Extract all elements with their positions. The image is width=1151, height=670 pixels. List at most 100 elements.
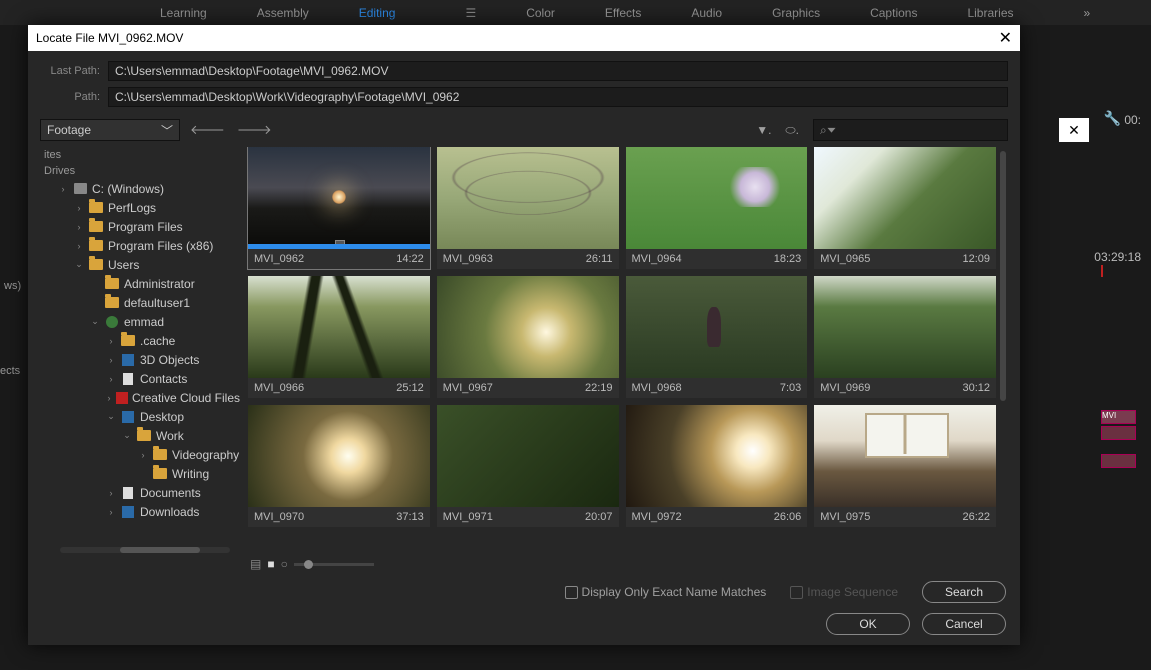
twisty-icon[interactable]: › <box>138 450 148 460</box>
tree-node[interactable]: ›PerfLogs <box>40 198 240 217</box>
thumbnail <box>437 276 619 378</box>
twisty-icon[interactable]: › <box>106 507 116 517</box>
tree-node[interactable]: ›Contacts <box>40 369 240 388</box>
media-tile[interactable]: MVI_097526:22 <box>814 405 996 527</box>
twisty-icon[interactable]: › <box>74 203 84 213</box>
tree-node[interactable]: Writing <box>40 464 240 483</box>
tile-name: MVI_0962 <box>254 253 304 265</box>
twisty-icon[interactable]: › <box>74 222 84 232</box>
media-tile[interactable]: MVI_09687:03 <box>626 276 808 398</box>
tab-libraries[interactable]: Libraries <box>967 6 1013 20</box>
filter-icon[interactable]: ▼. <box>756 123 771 137</box>
tree-node[interactable]: Administrator <box>40 274 240 293</box>
tree-node[interactable]: ›Documents <box>40 483 240 502</box>
thumb-size-slider[interactable] <box>294 563 374 566</box>
last-path-input[interactable] <box>108 61 1008 81</box>
last-path-label: Last Path: <box>40 65 100 77</box>
thumbnail-grid: MVI_096214:22MVI_096326:11MVI_096418:23M… <box>240 147 1000 553</box>
tab-assembly[interactable]: Assembly <box>257 6 309 20</box>
grid-v-scrollbar[interactable] <box>1000 147 1008 553</box>
media-tile[interactable]: MVI_097226:06 <box>626 405 808 527</box>
tree-node[interactable]: ⌄Users <box>40 255 240 274</box>
doc-icon <box>120 486 136 500</box>
cancel-button[interactable]: Cancel <box>922 613 1006 635</box>
tree-node[interactable]: ⌄Desktop <box>40 407 240 426</box>
media-tile[interactable]: MVI_096418:23 <box>626 147 808 269</box>
twisty-icon[interactable]: › <box>74 241 84 251</box>
tree-node[interactable]: ›Creative Cloud Files <box>40 388 240 407</box>
tree-node[interactable]: ›Program Files <box>40 217 240 236</box>
exact-match-checkbox[interactable]: Display Only Exact Name Matches <box>565 585 767 599</box>
media-tile[interactable]: MVI_096512:09 <box>814 147 996 269</box>
twisty-icon[interactable]: › <box>106 488 116 498</box>
search-button[interactable]: Search <box>922 581 1006 603</box>
tile-name: MVI_0970 <box>254 511 304 523</box>
view-options-bar: ▤ ■ ○ <box>28 553 1020 573</box>
twisty-icon[interactable]: ⌄ <box>74 259 84 270</box>
tab-overflow-icon[interactable]: » <box>1084 6 1091 20</box>
tree-node[interactable]: › Videography <box>40 445 240 464</box>
search-icon: ⌕⏷ <box>820 123 836 138</box>
twisty-icon[interactable]: › <box>106 374 116 384</box>
disk-icon <box>72 182 88 196</box>
twisty-icon[interactable]: ⌄ <box>122 430 132 441</box>
ok-button[interactable]: OK <box>826 613 910 635</box>
bg-panel-label-2: ects <box>0 365 20 377</box>
close-icon[interactable]: ✕ <box>999 28 1012 48</box>
twisty-icon[interactable]: › <box>58 184 68 194</box>
find-icon[interactable]: ⬭. <box>785 123 799 138</box>
tab-learning[interactable]: Learning <box>160 6 207 20</box>
tab-effects[interactable]: Effects <box>605 6 641 20</box>
thumbnail <box>248 276 430 378</box>
thumbnail <box>626 147 808 249</box>
thumbnail <box>626 405 808 507</box>
secondary-close-button[interactable]: ✕ <box>1059 118 1089 142</box>
tab-audio[interactable]: Audio <box>691 6 722 20</box>
nav-back-icon[interactable]: 🡐 <box>188 122 227 138</box>
path-input[interactable] <box>108 87 1008 107</box>
twisty-icon[interactable]: ⌄ <box>106 411 116 422</box>
twisty-icon[interactable]: › <box>106 393 112 403</box>
media-tile[interactable]: MVI_097120:07 <box>437 405 619 527</box>
twisty-icon[interactable]: › <box>106 355 116 365</box>
media-tile[interactable]: MVI_096930:12 <box>814 276 996 398</box>
media-tile[interactable]: MVI_096722:19 <box>437 276 619 398</box>
tree-node-label: emmad <box>124 315 164 329</box>
tab-color[interactable]: Color <box>526 6 555 20</box>
tree-node[interactable]: ›.cache <box>40 331 240 350</box>
search-input[interactable]: ⌕⏷ <box>813 119 1008 141</box>
tile-duration: 30:12 <box>962 382 990 394</box>
folder-icon <box>88 220 104 234</box>
grid-v-scroll-thumb[interactable] <box>1000 151 1006 401</box>
tree-node-label: Downloads <box>140 505 199 519</box>
tree-node[interactable]: ›3D Objects <box>40 350 240 369</box>
folder-dropdown[interactable]: Footage ﹀ <box>40 119 180 141</box>
tree-h-scroll-thumb[interactable] <box>120 547 200 553</box>
media-tile[interactable]: MVI_096625:12 <box>248 276 430 398</box>
media-tile[interactable]: MVI_096326:11 <box>437 147 619 269</box>
thumbnail <box>814 276 996 378</box>
tab-graphics[interactable]: Graphics <box>772 6 820 20</box>
tree-node[interactable]: › Downloads <box>40 502 240 521</box>
thumb-view-icon[interactable]: ■ <box>267 557 274 571</box>
tree-node[interactable]: ⌄ emmad <box>40 312 240 331</box>
nav-forward-icon[interactable]: 🡒 <box>235 122 274 138</box>
tab-menu-icon[interactable]: ☰ <box>465 6 476 20</box>
tree-node[interactable]: ⌄Work <box>40 426 240 445</box>
twisty-icon[interactable]: › <box>106 336 116 346</box>
dl-icon <box>120 505 136 519</box>
tab-captions[interactable]: Captions <box>870 6 917 20</box>
tree-node[interactable]: ›Program Files (x86) <box>40 236 240 255</box>
tree-node-label: Videography <box>172 448 239 462</box>
tree-node[interactable]: ›C: (Windows) <box>40 179 240 198</box>
list-view-icon[interactable]: ▤ <box>250 557 261 571</box>
folder-tree[interactable]: ites Drives ›C: (Windows)›PerfLogs›Progr… <box>40 147 240 553</box>
tab-editing[interactable]: Editing <box>359 6 396 20</box>
bg-timecode-top: 00: <box>1124 113 1141 127</box>
zoom-min-icon: ○ <box>281 557 288 571</box>
media-tile[interactable]: MVI_097037:13 <box>248 405 430 527</box>
twisty-icon[interactable]: ⌄ <box>90 316 100 327</box>
media-tile[interactable]: MVI_096214:22 <box>248 147 430 269</box>
bg-timecode: 03:29:18 <box>1094 250 1141 264</box>
tree-node[interactable]: defaultuser1 <box>40 293 240 312</box>
